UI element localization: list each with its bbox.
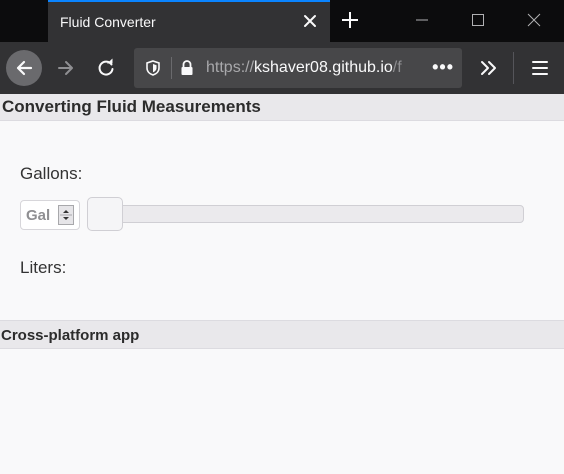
tab-title: Fluid Converter — [60, 14, 156, 30]
page-actions-button[interactable]: ••• — [432, 58, 454, 76]
toolbar-divider — [513, 52, 514, 84]
arrow-left-icon — [16, 60, 33, 76]
chevron-double-right-icon[interactable] — [478, 57, 500, 79]
nav-bar: https://kshaver08.github.io/f ••• — [0, 42, 564, 94]
gallons-input[interactable]: Gal — [20, 200, 80, 230]
url-host: kshaver08.github.io — [254, 59, 393, 76]
url-text[interactable]: https://kshaver08.github.io/f — [206, 59, 432, 77]
gallons-label: Gallons: — [20, 164, 83, 183]
lock-icon[interactable] — [178, 59, 196, 77]
tab-fluid-converter[interactable]: Fluid Converter — [48, 0, 330, 42]
reload-icon[interactable] — [96, 58, 116, 78]
page-title: Converting Fluid Measurements — [2, 97, 261, 116]
hamburger-icon[interactable] — [530, 58, 550, 78]
minimize-icon[interactable] — [414, 12, 430, 28]
tab-strip: Fluid Converter — [0, 0, 564, 42]
header-bar: Converting Fluid Measurements — [0, 94, 564, 121]
page-content: Converting Fluid Measurements Gallons: G… — [0, 94, 564, 474]
gallons-placeholder: Gal — [26, 207, 51, 224]
maximize-icon[interactable] — [470, 12, 486, 28]
back-button[interactable] — [6, 50, 42, 86]
url-divider — [171, 57, 172, 79]
liters-label: Liters: — [20, 258, 67, 277]
footer-text: Cross-platform app — [1, 327, 140, 344]
url-path: /f — [392, 59, 402, 76]
url-scheme: https:// — [206, 59, 255, 76]
arrow-right-icon[interactable] — [56, 58, 76, 78]
gallons-stepper[interactable] — [58, 205, 74, 225]
close-icon[interactable] — [302, 13, 318, 29]
url-bar[interactable]: https://kshaver08.github.io/f ••• — [134, 48, 462, 88]
window-close-icon[interactable] — [526, 12, 542, 28]
gallons-slider-thumb[interactable] — [87, 197, 123, 231]
plus-icon[interactable] — [340, 10, 360, 30]
shield-icon[interactable] — [144, 59, 162, 77]
stepper-arrows-icon[interactable] — [59, 206, 73, 224]
gallons-slider-track[interactable] — [88, 205, 524, 223]
footer-bar: Cross-platform app — [0, 320, 564, 349]
